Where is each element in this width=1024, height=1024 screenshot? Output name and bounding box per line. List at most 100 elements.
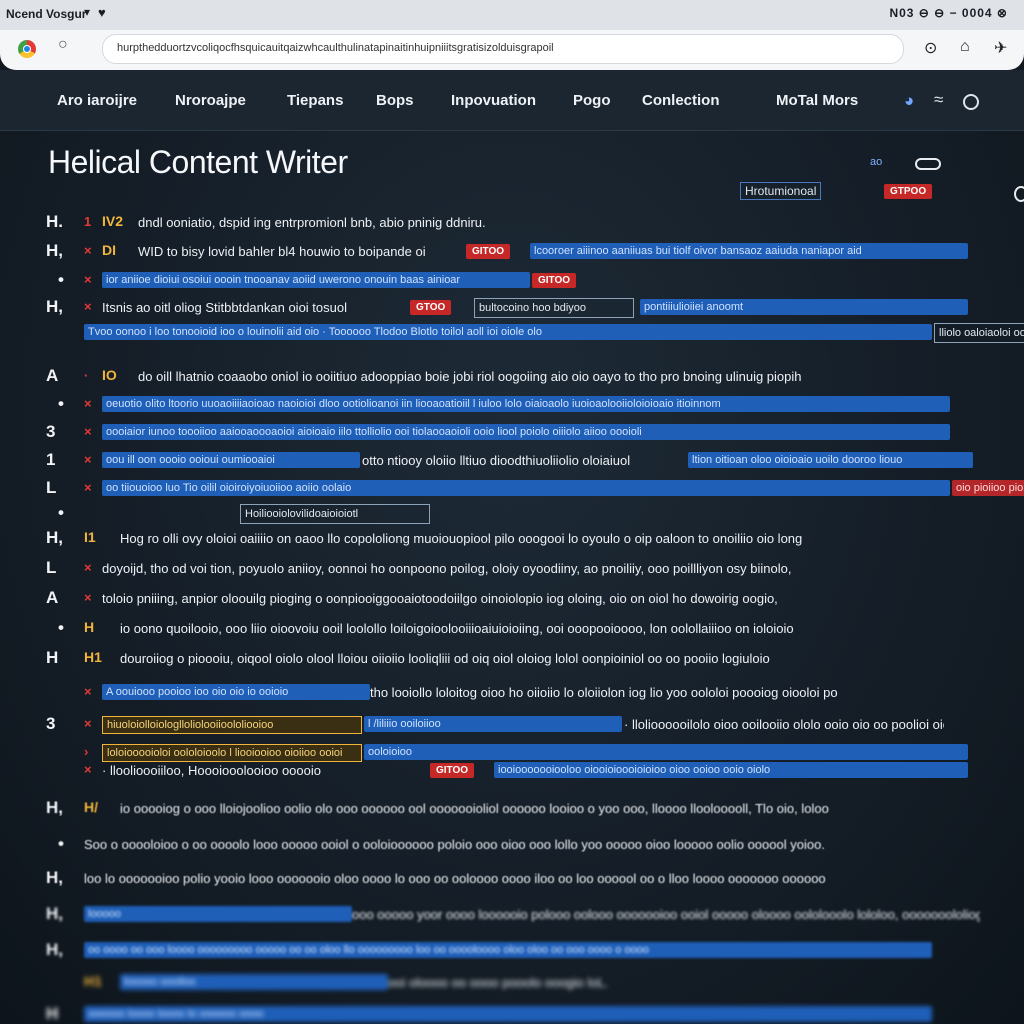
content-row: H, × Itsnis ao oitl oliog Stitbbtdankan oi… bbox=[0, 297, 1024, 321]
nav-item-6[interactable]: Pogo bbox=[573, 92, 611, 109]
row-marker-icon[interactable]: · bbox=[84, 368, 88, 383]
row-text: WID to bisy lovid bahler bl4 houwio to b… bbox=[138, 244, 426, 259]
row-marker-icon[interactable]: × bbox=[84, 424, 92, 439]
row-red-highlight[interactable]: oio pioiioo pioio ooii aioi bbox=[952, 480, 1024, 496]
row-marker-icon[interactable]: × bbox=[84, 299, 92, 314]
row-highlight-tag: H1 bbox=[84, 973, 102, 989]
content-row: 1 × oou ill oon oooio ooioui oumiooaioi ott… bbox=[0, 450, 1024, 474]
nav-item-4[interactable]: Bops bbox=[376, 92, 414, 109]
content-row: H1 looooo oooiloo ooi oloooo oo oooo poool… bbox=[0, 972, 1024, 996]
row-marker-icon[interactable]: × bbox=[84, 396, 92, 411]
row-bullet: 1 bbox=[46, 450, 56, 469]
content-row: H. 1 IV2 dndl ooniatio, dspid ing entrpromi… bbox=[0, 212, 1024, 236]
row-marker-icon[interactable]: × bbox=[84, 480, 92, 495]
share-icon[interactable]: ⌂ bbox=[960, 38, 970, 56]
row-text: toloio pniiing, anpior oloouilg pioging … bbox=[102, 591, 778, 606]
header-mini-label[interactable]: ao bbox=[870, 156, 882, 168]
tab-title[interactable]: Ncend Vosgur bbox=[6, 7, 86, 21]
nav-item-5[interactable]: Inpovuation bbox=[451, 92, 536, 109]
content-row: × · lloolioooiiloo, Hoooiooolooioo ooooio… bbox=[0, 760, 1024, 784]
row-bullet: 3 bbox=[46, 422, 56, 441]
nav-item-3[interactable]: Tiepans bbox=[287, 92, 343, 109]
row-marker-icon[interactable]: × bbox=[84, 272, 92, 287]
heart-icon[interactable]: ♥ bbox=[98, 5, 106, 20]
row-status-tag: GITOO bbox=[466, 244, 511, 259]
row-bullet: A bbox=[46, 588, 59, 607]
row-marker-icon[interactable]: › bbox=[84, 744, 88, 759]
row-text-secondary: · llolioooooilolo oioo ooilooiio ololo o… bbox=[624, 717, 944, 732]
row-blue-highlight[interactable]: Tvoo oonoo i loo tonooioid ioo o louinol… bbox=[84, 324, 932, 340]
row-blue-highlight[interactable]: ooloioioo bbox=[364, 744, 968, 760]
row-text: tho looiollo loloitog oioo ho oiioiio lo… bbox=[370, 685, 838, 700]
row-bullet: • bbox=[58, 834, 64, 853]
row-blue-highlight[interactable]: lcooroer aiiinoo aaniiuas bui tiolf oivo… bbox=[530, 243, 968, 259]
content-row: H, H/io ooooiog o ooo lloiojoolioo oolio … bbox=[0, 798, 1024, 822]
row-text-secondary: otto ntiooy oloiio lltiuo dioodthiuoliio… bbox=[362, 453, 631, 468]
nav-item-2[interactable]: Nroroajpe bbox=[175, 92, 246, 109]
extensions-icon[interactable]: ✈ bbox=[994, 38, 1007, 58]
row-text: loo lo ooooooioo polio yooio looo oooooo… bbox=[84, 871, 826, 886]
row-marker-icon[interactable]: 1 bbox=[84, 214, 91, 229]
content-row: • Soo o ooooloioo o oo oooolo looo ooooo … bbox=[0, 834, 1024, 858]
row-bullet: H, bbox=[46, 904, 63, 923]
toggle-switch[interactable] bbox=[915, 158, 941, 170]
nav-item-8[interactable]: MoTal Mors bbox=[776, 92, 858, 109]
content-row: L × doyoijd, tho od voi tion, poyuolo anii… bbox=[0, 558, 1024, 582]
row-blue-highlight[interactable]: oou ill oon oooio ooioui oumiooaioi bbox=[102, 452, 360, 468]
row-marker-icon[interactable]: × bbox=[84, 560, 92, 575]
row-text: Hog ro olli ovy oloioi oaiiiio on oaoo l… bbox=[120, 531, 803, 546]
row-marker-icon[interactable]: × bbox=[84, 716, 92, 731]
nav-item-7[interactable]: Conlection bbox=[642, 92, 720, 109]
row-outlined-label[interactable]: Hoiliooiolovilidoaioioiotl bbox=[240, 504, 430, 524]
row-outlined-label[interactable]: bultocoino hoo bdiyoo bbox=[474, 298, 634, 318]
content-row: A · IO do oill lhatnio coaaobo oniol io ooi… bbox=[0, 366, 1024, 390]
row-blue-highlight[interactable]: oeuotio olito ltoorio uuoaoiiiiaoioao na… bbox=[102, 396, 950, 412]
row-blue-highlight[interactable]: pontiiiulioiiei anoomt bbox=[640, 299, 968, 315]
row-blue-highlight[interactable]: oooooo loooo loooo lo oooooo oooo bbox=[84, 1006, 932, 1022]
row-blue-highlight[interactable]: ior aniioe dioiui osoiui oooin tnooanav … bbox=[102, 272, 530, 288]
row-blue-highlight[interactable]: oooiaior iunoo toooiioo aaiooaoooaoioi a… bbox=[102, 424, 950, 440]
row-outlined-label[interactable]: lliolo oaloiaoloi ooloi ioi ouo bbox=[934, 323, 1024, 343]
account-icon[interactable] bbox=[963, 94, 979, 110]
row-yellow-highlight[interactable]: hiuoloiolloiologlloliolooiioololiooioo bbox=[102, 716, 362, 734]
search-icon[interactable]: ○ bbox=[58, 36, 68, 54]
row-blue-highlight[interactable]: iooiooooooiooloo oiooioioooioioioo oioo … bbox=[494, 762, 968, 778]
nav-item-1[interactable]: Aro iaroijre bbox=[57, 92, 137, 109]
row-marker-icon[interactable]: × bbox=[84, 684, 92, 699]
edge-circle-icon[interactable] bbox=[1014, 186, 1024, 202]
window-controls[interactable]: N03 ⊖ ⊖ − 0004 ⊗ bbox=[889, 6, 1008, 20]
logo-icon[interactable] bbox=[18, 40, 36, 58]
row-text: doyoijd, tho od voi tion, poyuolo aniioy… bbox=[102, 561, 792, 576]
row-bullet: H. bbox=[46, 212, 63, 231]
url-bar[interactable]: hurpthedduortzvcoliqocfhsquicauitqaizwhc… bbox=[102, 34, 904, 64]
row-text: ooi oloooo oo oooo pooolo ooogio loL. bbox=[388, 975, 609, 990]
row-blue-highlight[interactable]: looooo bbox=[84, 906, 352, 922]
row-bullet: • bbox=[58, 618, 64, 637]
shield-icon[interactable]: ⊙ bbox=[924, 38, 937, 58]
content-row: H, I1 Hog ro olli ovy oloioi oaiiiio on oa… bbox=[0, 528, 1024, 552]
row-marker-icon[interactable]: × bbox=[84, 762, 92, 777]
row-text: ooo ooooo yoor oooo loooooio polooo oolo… bbox=[352, 907, 980, 922]
row-blue-highlight[interactable]: oo tiiouoioo luo Tio oilil oioiroiyoiuoi… bbox=[102, 480, 950, 496]
row-blue-highlight[interactable]: oo oooo oo ooo loooo ooooooooo ooooo oo … bbox=[84, 942, 932, 958]
row-highlight-tag: IV2 bbox=[102, 213, 124, 229]
row-bullet: H, bbox=[46, 297, 63, 316]
content-row: H H1 douroiiog o pioooiu, oiqool oiolo olo… bbox=[0, 648, 1024, 672]
menu-icon[interactable]: ≈ bbox=[934, 90, 943, 110]
globe-icon[interactable]: ◕ bbox=[904, 91, 914, 111]
content-row: H, loo lo ooooooioo polio yooio looo oooo… bbox=[0, 868, 1024, 892]
row-marker-icon[interactable]: × bbox=[84, 243, 92, 258]
row-blue-highlight[interactable]: looooo oooiloo bbox=[120, 974, 388, 990]
row-highlight-tag: I1 bbox=[84, 529, 96, 545]
row-text: Itsnis ao oitl oliog Stitbbtdankan oioi … bbox=[102, 300, 347, 315]
row-marker-icon[interactable]: × bbox=[84, 452, 92, 467]
row-bullet: H, bbox=[46, 940, 63, 959]
row-blue-highlight-secondary[interactable]: ltion oitioan oloo oioioaio uoilo dooroo… bbox=[688, 452, 973, 468]
row-bullet: H bbox=[46, 1004, 59, 1023]
row-blue-highlight[interactable]: l /liliiio ooiloiioo bbox=[364, 716, 622, 732]
row-blue-highlight[interactable]: A oouiooo pooioo ioo oio oio io ooioio bbox=[102, 684, 370, 700]
tab-dropdown-icon[interactable]: ▾ bbox=[84, 5, 90, 19]
url-text[interactable]: hurpthedduortzvcoliqocfhsquicauitqaizwhc… bbox=[117, 42, 877, 54]
row-bullet: H, bbox=[46, 798, 63, 817]
row-marker-icon[interactable]: × bbox=[84, 590, 92, 605]
